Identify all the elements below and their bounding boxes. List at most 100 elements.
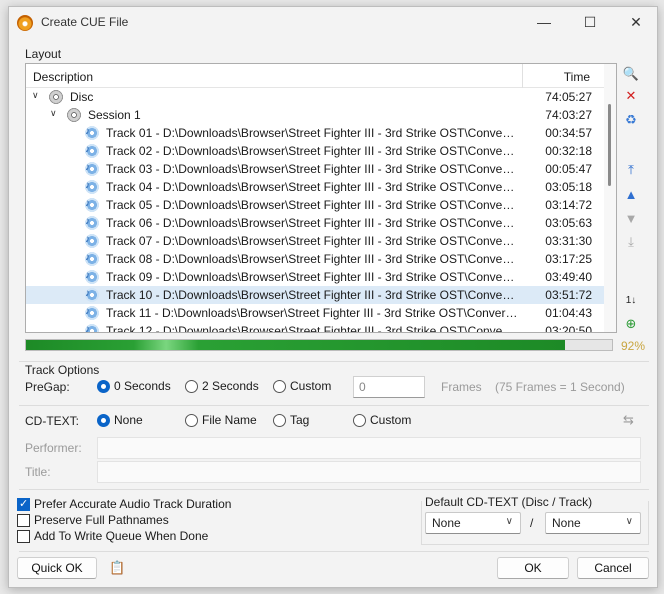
disc-label: Disc xyxy=(70,90,94,104)
track-label: Track 02 - D:\Downloads\Browser\Street F… xyxy=(106,144,518,158)
pregap-custom-input[interactable]: 0 xyxy=(353,376,425,398)
audio-track-icon xyxy=(84,305,100,321)
disc-time: 74:05:27 xyxy=(545,90,592,104)
frames-hint: (75 Frames = 1 Second) xyxy=(495,380,625,394)
progress-percent: 92% xyxy=(621,339,646,353)
track-time: 00:32:18 xyxy=(545,144,592,158)
add-icon[interactable]: ⊕ xyxy=(621,315,641,333)
track-label: Track 12 - D:\Downloads\Browser\Street F… xyxy=(106,324,518,333)
pregap-2-seconds-radio[interactable]: 2 Seconds xyxy=(185,379,259,393)
track-time: 03:51:72 xyxy=(545,288,592,302)
cancel-button[interactable]: Cancel xyxy=(577,557,649,579)
column-divider[interactable] xyxy=(522,64,523,88)
radio-label: 2 Seconds xyxy=(202,379,259,393)
track-row[interactable]: Track 02 - D:\Downloads\Browser\Street F… xyxy=(26,142,606,160)
radio-dot[interactable] xyxy=(185,413,198,427)
find-icon[interactable]: 🔍 xyxy=(621,65,641,83)
audio-track-icon xyxy=(84,179,100,195)
pregap-0-seconds-radio[interactable]: 0 Seconds xyxy=(97,379,171,393)
radio-dot[interactable] xyxy=(97,379,110,393)
track-time: 03:05:63 xyxy=(545,216,592,230)
track-row[interactable]: Track 10 - D:\Downloads\Browser\Street F… xyxy=(26,286,606,304)
prefer-accurate-checkbox[interactable]: Prefer Accurate Audio Track Duration xyxy=(17,497,231,511)
track-row[interactable]: Track 11 - D:\Downloads\Browser\Street F… xyxy=(26,304,606,322)
track-row[interactable]: Track 01 - D:\Downloads\Browser\Street F… xyxy=(26,124,606,142)
cdtext-filename-radio[interactable]: File Name xyxy=(185,413,257,427)
minimize-button[interactable]: — xyxy=(521,7,567,37)
preserve-paths-checkbox[interactable]: Preserve Full Pathnames xyxy=(17,513,169,527)
track-row[interactable]: Track 09 - D:\Downloads\Browser\Street F… xyxy=(26,268,606,286)
performer-label: Performer: xyxy=(25,441,82,455)
maximize-button[interactable]: ☐ xyxy=(567,7,613,37)
checkbox-box[interactable] xyxy=(17,497,30,511)
list-scrollbar[interactable] xyxy=(604,64,616,332)
sort-icon[interactable]: 1↓ xyxy=(621,291,641,309)
track-label: Track 07 - D:\Downloads\Browser\Street F… xyxy=(106,234,518,248)
track-listview[interactable]: Description Time ∨ Disc 74:05:27 ∨ Sessi… xyxy=(25,63,617,333)
chevron-down-icon: ∨ xyxy=(625,516,633,527)
track-row[interactable]: Track 05 - D:\Downloads\Browser\Street F… xyxy=(26,196,606,214)
audio-track-icon xyxy=(84,323,100,332)
track-label: Track 08 - D:\Downloads\Browser\Street F… xyxy=(106,252,518,266)
delete-icon[interactable]: ✕ xyxy=(621,87,641,105)
radio-dot[interactable] xyxy=(273,379,286,393)
column-header-description[interactable]: Description xyxy=(33,70,93,84)
cdtext-tag-radio[interactable]: Tag xyxy=(273,413,309,427)
checkbox-label: Preserve Full Pathnames xyxy=(34,513,169,527)
track-row[interactable]: Track 07 - D:\Downloads\Browser\Street F… xyxy=(26,232,606,250)
default-cdtext-label: Default CD-TEXT (Disc / Track) xyxy=(425,495,593,509)
track-label: Track 03 - D:\Downloads\Browser\Street F… xyxy=(106,162,518,176)
checkbox-box[interactable] xyxy=(17,529,30,543)
cdtext-separator: / xyxy=(530,516,534,530)
audio-track-icon xyxy=(84,287,100,303)
scrollbar-thumb[interactable] xyxy=(608,104,611,186)
track-row[interactable]: Track 08 - D:\Downloads\Browser\Street F… xyxy=(26,250,606,268)
cdtext-custom-radio[interactable]: Custom xyxy=(353,413,411,427)
audio-track-icon xyxy=(84,215,100,231)
pregap-custom-radio[interactable]: Custom xyxy=(273,379,331,393)
radio-dot[interactable] xyxy=(353,413,366,427)
default-disc-select[interactable]: None ∨ xyxy=(425,512,521,534)
list-header: Description Time xyxy=(26,64,606,88)
audio-track-icon xyxy=(84,269,100,285)
ok-button[interactable]: OK xyxy=(497,557,569,579)
track-row[interactable]: Track 06 - D:\Downloads\Browser\Street F… xyxy=(26,214,606,232)
track-row[interactable]: Track 03 - D:\Downloads\Browser\Street F… xyxy=(26,160,606,178)
radio-dot[interactable] xyxy=(185,379,198,393)
quick-ok-button[interactable]: Quick OK xyxy=(17,557,97,579)
track-row[interactable]: Track 12 - D:\Downloads\Browser\Street F… xyxy=(26,322,606,333)
title-bar[interactable]: Create CUE File — ☐ ✕ xyxy=(9,7,657,37)
track-time: 03:17:25 xyxy=(545,252,592,266)
collapse-chevron-icon[interactable]: ∨ xyxy=(32,90,42,101)
session-time: 74:03:27 xyxy=(545,108,592,122)
disc-row[interactable]: ∨ Disc 74:05:27 xyxy=(26,88,606,106)
checkbox-label: Add To Write Queue When Done xyxy=(34,529,209,543)
cdtext-none-radio[interactable]: None xyxy=(97,413,143,427)
clipboard-icon[interactable]: 📋 xyxy=(109,560,125,576)
track-row[interactable]: Track 04 - D:\Downloads\Browser\Street F… xyxy=(26,178,606,196)
checkbox-box[interactable] xyxy=(17,513,30,527)
swap-icon: ⇆ xyxy=(623,412,634,427)
column-header-time[interactable]: Time xyxy=(564,70,590,84)
radio-dot[interactable] xyxy=(97,413,110,427)
add-queue-checkbox[interactable]: Add To Write Queue When Done xyxy=(17,529,208,543)
close-button[interactable]: ✕ xyxy=(613,7,659,37)
app-logo-icon xyxy=(17,15,33,31)
disc-icon xyxy=(48,89,64,105)
audio-track-icon xyxy=(84,233,100,249)
performer-input xyxy=(97,437,641,459)
radio-dot[interactable] xyxy=(273,413,286,427)
default-track-select[interactable]: None ∨ xyxy=(545,512,641,534)
cdtext-label: CD-TEXT: xyxy=(25,414,79,428)
select-value: None xyxy=(552,516,581,530)
track-label: Track 11 - D:\Downloads\Browser\Street F… xyxy=(106,306,518,320)
move-top-icon[interactable]: ⤒ xyxy=(621,161,641,179)
session-row[interactable]: ∨ Session 1 74:03:27 xyxy=(26,106,606,124)
collapse-chevron-icon[interactable]: ∨ xyxy=(50,108,60,119)
move-up-icon[interactable]: ▲ xyxy=(621,185,641,203)
title-label: Title: xyxy=(25,465,51,479)
radio-label: Tag xyxy=(290,413,310,427)
chevron-down-icon: ∨ xyxy=(505,516,513,527)
recycle-icon[interactable]: ♻ xyxy=(621,111,641,129)
track-label: Track 04 - D:\Downloads\Browser\Street F… xyxy=(106,180,518,194)
